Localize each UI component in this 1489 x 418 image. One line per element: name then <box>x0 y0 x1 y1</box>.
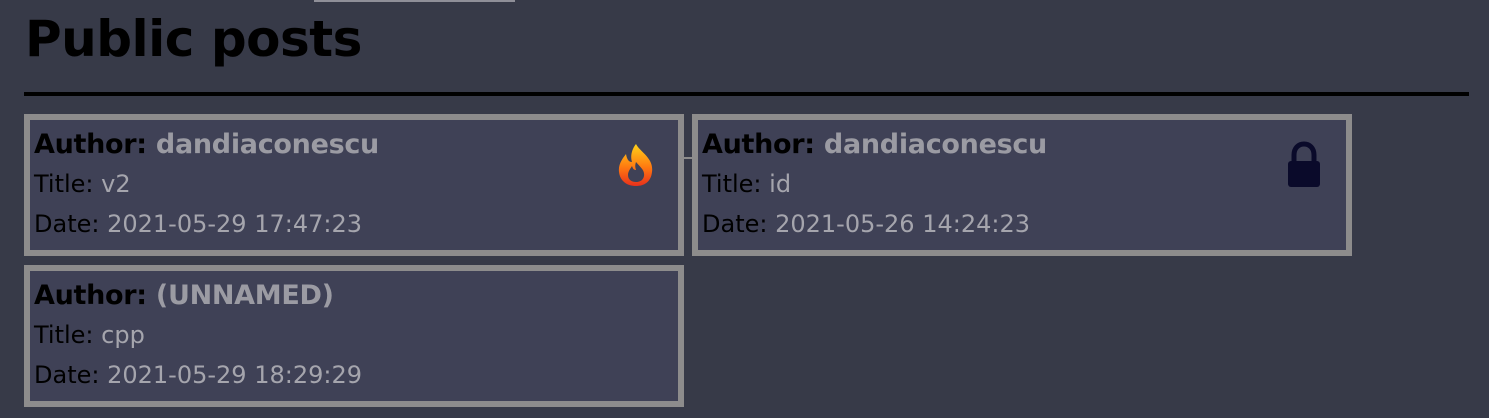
lock-icon <box>1282 140 1326 188</box>
title-divider <box>24 92 1469 96</box>
post-date: 2021-05-29 17:47:23 <box>107 210 362 238</box>
date-label: Date: <box>34 210 100 238</box>
post-title: id <box>769 170 792 198</box>
post-author: (UNNAMED) <box>155 280 334 311</box>
post-date-row: Date: 2021-05-29 18:29:29 <box>34 355 678 395</box>
fire-icon <box>614 140 658 188</box>
post-card[interactable]: Author: (UNNAMED) Title: cpp Date: 2021-… <box>24 265 684 407</box>
post-title: v2 <box>101 170 131 198</box>
post-title-row: Title: id <box>702 164 1346 204</box>
top-tab-indicator <box>314 0 515 2</box>
author-label: Author: <box>34 129 147 160</box>
title-label: Title: <box>702 170 762 198</box>
page-title: Public posts <box>25 10 362 68</box>
date-label: Date: <box>702 210 768 238</box>
post-author-row: Author: dandiaconescu <box>34 126 678 164</box>
card-connector <box>684 157 692 159</box>
author-label: Author: <box>702 129 815 160</box>
title-label: Title: <box>34 170 94 198</box>
post-author-row: Author: (UNNAMED) <box>34 277 678 315</box>
post-title-row: Title: v2 <box>34 164 678 204</box>
post-date-row: Date: 2021-05-26 14:24:23 <box>702 204 1346 244</box>
post-date-row: Date: 2021-05-29 17:47:23 <box>34 204 678 244</box>
post-title: cpp <box>101 321 145 349</box>
post-author: dandiaconescu <box>155 129 379 160</box>
post-author: dandiaconescu <box>823 129 1047 160</box>
post-date: 2021-05-29 18:29:29 <box>107 361 362 389</box>
author-label: Author: <box>34 280 147 311</box>
post-author-row: Author: dandiaconescu <box>702 126 1346 164</box>
post-card[interactable]: Author: dandiaconescu Title: v2 Date: 20… <box>24 114 684 256</box>
post-card[interactable]: Author: dandiaconescu Title: id Date: 20… <box>692 114 1352 256</box>
title-label: Title: <box>34 321 94 349</box>
post-date: 2021-05-26 14:24:23 <box>775 210 1030 238</box>
date-label: Date: <box>34 361 100 389</box>
post-title-row: Title: cpp <box>34 315 678 355</box>
